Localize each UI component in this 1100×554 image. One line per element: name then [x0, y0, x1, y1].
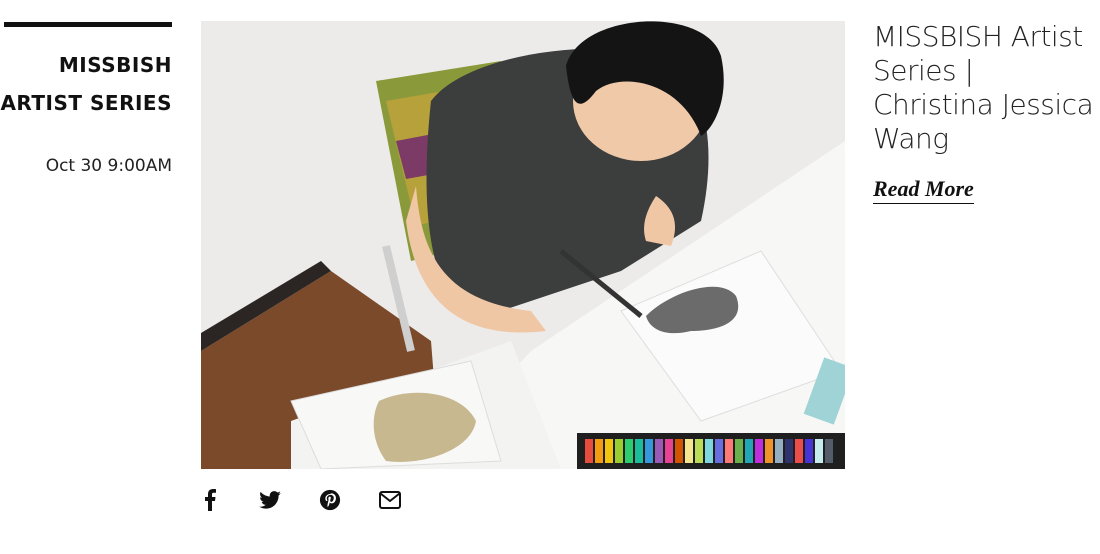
email-icon[interactable] — [378, 488, 402, 512]
article-image[interactable] — [201, 21, 845, 469]
twitter-icon[interactable] — [258, 488, 282, 512]
facebook-icon[interactable] — [198, 488, 222, 512]
divider — [4, 22, 172, 27]
article-title[interactable]: MISSBISH Artist Series | Christina Jessi… — [873, 20, 1098, 156]
share-bar — [198, 487, 438, 513]
category-label: MISSBISH ARTIST SERIES — [0, 46, 172, 122]
read-more-link[interactable]: Read More — [873, 176, 974, 204]
category-line-2: ARTIST SERIES — [0, 91, 172, 115]
publish-date: Oct 30 9:00AM — [45, 156, 172, 176]
pinterest-icon[interactable] — [318, 488, 342, 512]
category-line-1: MISSBISH — [58, 53, 172, 77]
